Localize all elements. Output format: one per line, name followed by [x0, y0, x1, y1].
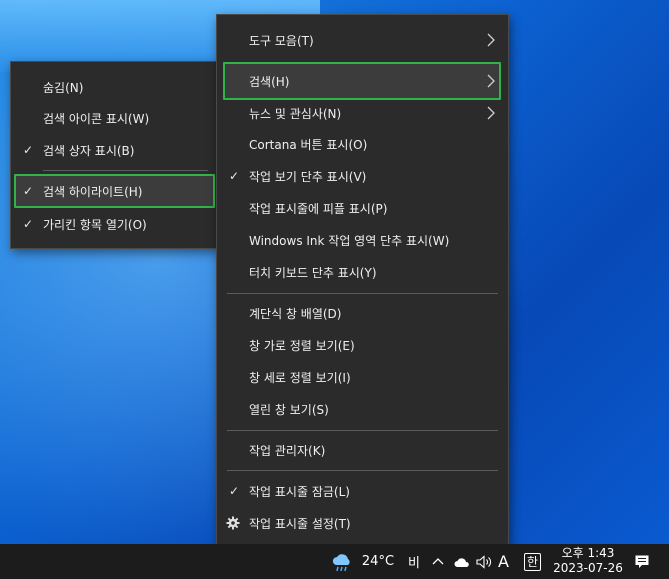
menu-item-taskbar-settings[interactable]: 작업 표시줄 설정(T): [217, 507, 508, 539]
menu-item-news-interests[interactable]: 뉴스 및 관심사(N): [217, 97, 508, 129]
clock[interactable]: 오후 1:43 2023-07-26: [548, 546, 628, 576]
menu-item-label: 검색(H): [249, 74, 290, 89]
check-mark-icon: ✓: [228, 169, 240, 183]
menu-item-show-desktop[interactable]: 열린 창 보기(S): [217, 393, 508, 425]
menu-item-touch-keyboard[interactable]: 터치 키보드 단추 표시(Y): [217, 256, 508, 288]
menu-item-label: 작업 보기 단추 표시(V): [249, 169, 367, 184]
onedrive-button[interactable]: [454, 544, 472, 579]
notification-icon: [635, 555, 649, 568]
ime-language-label: 한: [524, 552, 542, 571]
clock-date: 2023-07-26: [553, 561, 623, 575]
submenu-item-label: 검색 아이콘 표시(W): [43, 111, 150, 126]
menu-item-label: 열린 창 보기(S): [249, 402, 329, 417]
submenu-item-label: 가리킨 항목 열기(O): [43, 217, 147, 232]
menu-item-toolbars[interactable]: 도구 모음(T): [217, 24, 508, 56]
weather-text: 비: [408, 556, 420, 571]
menu-separator: [227, 430, 498, 431]
menu-item-task-view-button[interactable]: ✓ 작업 보기 단추 표시(V): [217, 160, 508, 192]
taskbar-context-menu: 도구 모음(T) 검색(H) 뉴스 및 관심사(N) Cortana 버튼 표시…: [216, 14, 509, 548]
submenu-item-label: 숨김(N): [43, 80, 84, 95]
menu-item-label: 창 가로 정렬 보기(E): [249, 338, 355, 353]
show-hidden-icons-button[interactable]: [432, 544, 448, 579]
menu-item-label: 작업 표시줄에 피플 표시(P): [249, 201, 388, 216]
menu-separator: [227, 470, 498, 471]
volume-button[interactable]: [476, 544, 494, 579]
submenu-separator: [43, 170, 208, 171]
chevron-right-icon: [487, 106, 495, 120]
taskbar: 24°C 비 A 한 오후 1:43 2023-07-26: [0, 544, 669, 579]
chevron-right-icon: [487, 74, 495, 88]
menu-item-label: 뉴스 및 관심사(N): [249, 106, 342, 121]
search-submenu: 숨김(N) 검색 아이콘 표시(W) ✓ 검색 상자 표시(B) ✓ 검색 하이…: [10, 61, 219, 249]
notification-center-button[interactable]: [634, 544, 654, 579]
menu-item-windows-ink[interactable]: Windows Ink 작업 영역 단추 표시(W): [217, 224, 508, 256]
menu-item-label: 도구 모음(T): [249, 33, 314, 48]
submenu-item-show-search-box[interactable]: ✓ 검색 상자 표시(B): [11, 134, 218, 166]
chevron-right-icon: [487, 33, 495, 47]
clock-time: 오후 1:43: [561, 546, 615, 560]
cloud-icon: [454, 557, 469, 567]
submenu-item-label: 검색 상자 표시(B): [43, 143, 135, 158]
menu-item-side-by-side[interactable]: 창 세로 정렬 보기(I): [217, 361, 508, 393]
chevron-up-icon: [432, 557, 444, 564]
menu-item-cascade-windows[interactable]: 계단식 창 배열(D): [217, 297, 508, 329]
menu-item-label: 작업 표시줄 설정(T): [249, 516, 351, 531]
submenu-item-label: 검색 하이라이트(H): [43, 184, 143, 199]
menu-item-label: 창 세로 정렬 보기(I): [249, 370, 351, 385]
menu-separator: [227, 293, 498, 294]
menu-item-task-manager[interactable]: 작업 관리자(K): [217, 434, 508, 466]
submenu-item-hide[interactable]: 숨김(N): [11, 71, 218, 103]
menu-item-label: Windows Ink 작업 영역 단추 표시(W): [249, 233, 450, 248]
cloud-rain-icon: [332, 553, 350, 571]
menu-item-lock-taskbar[interactable]: ✓ 작업 표시줄 잠금(L): [217, 475, 508, 507]
menu-item-cortana-button[interactable]: Cortana 버튼 표시(O): [217, 128, 508, 160]
menu-item-stack-windows[interactable]: 창 가로 정렬 보기(E): [217, 329, 508, 361]
submenu-item-open-on-hover[interactable]: ✓ 가리킨 항목 열기(O): [11, 208, 218, 240]
check-mark-icon: ✓: [22, 143, 34, 157]
menu-item-label: 터치 키보드 단추 표시(Y): [249, 265, 377, 280]
menu-item-label: 작업 표시줄 잠금(L): [249, 484, 350, 499]
check-mark-icon: ✓: [22, 217, 34, 231]
menu-item-label: 계단식 창 배열(D): [249, 306, 342, 321]
menu-item-label: Cortana 버튼 표시(O): [249, 137, 368, 152]
check-mark-icon: ✓: [22, 184, 34, 198]
submenu-item-show-search-icon[interactable]: 검색 아이콘 표시(W): [11, 102, 218, 134]
temperature-text: 24°C: [361, 554, 395, 569]
ime-language-indicator[interactable]: 한: [524, 544, 544, 579]
menu-item-search[interactable]: 검색(H): [217, 65, 508, 97]
gear-icon: [226, 516, 240, 530]
check-mark-icon: ✓: [228, 484, 240, 498]
weather-widget[interactable]: 24°C 비: [330, 544, 420, 579]
speaker-icon: [476, 554, 491, 569]
menu-item-label: 작업 관리자(K): [249, 443, 326, 458]
menu-item-people[interactable]: 작업 표시줄에 피플 표시(P): [217, 192, 508, 224]
submenu-item-search-highlights[interactable]: ✓ 검색 하이라이트(H): [11, 175, 218, 207]
ime-mode-indicator[interactable]: A: [498, 544, 514, 579]
